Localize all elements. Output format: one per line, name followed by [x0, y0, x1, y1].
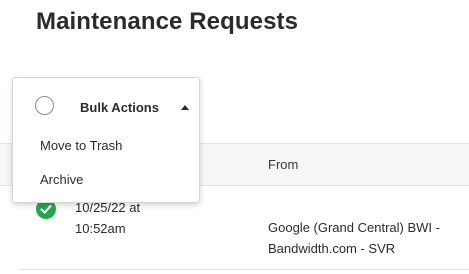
row-date: 10/25/22 at 10:52am	[75, 197, 195, 239]
menu-item-archive[interactable]: Archive	[40, 172, 83, 187]
menu-item-move-to-trash[interactable]: Move to Trash	[40, 138, 122, 153]
row-from-line1: Google (Grand Central) BWI -	[268, 220, 440, 235]
bulk-actions-button[interactable]: Bulk Actions	[13, 78, 199, 128]
select-all-checkbox[interactable]	[35, 96, 54, 115]
page: Maintenance Requests From 10/25/22 at 10…	[0, 0, 469, 274]
page-title: Maintenance Requests	[36, 8, 299, 35]
row-from-line2: Bandwidth.com - SVR	[268, 241, 396, 256]
row-from: Google (Grand Central) BWI - Bandwidth.c…	[268, 217, 468, 259]
bulk-actions-dropdown: Bulk Actions Move to Trash Archive	[12, 77, 200, 203]
caret-up-icon	[181, 105, 189, 110]
column-header-from[interactable]: From	[268, 157, 298, 172]
bulk-actions-label: Bulk Actions	[80, 100, 159, 115]
row-date-line2: 10:52am	[75, 221, 126, 236]
